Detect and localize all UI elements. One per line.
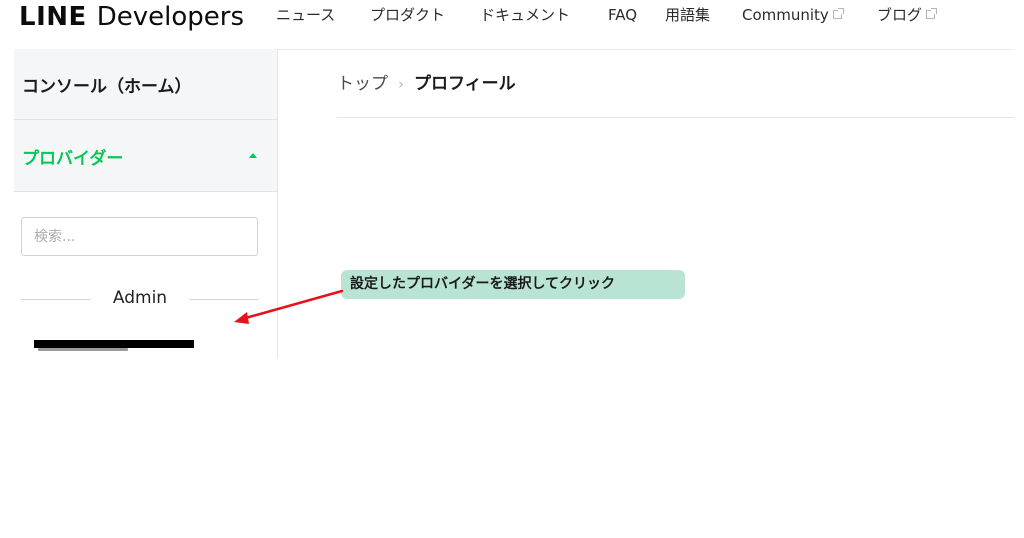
provider-list-item[interactable] <box>34 340 194 352</box>
brand-line: LINE <box>19 2 87 32</box>
sidebar-item-label: コンソール（ホーム） <box>22 77 192 97</box>
annotation-callout: 設定したプロバイダーを選択してクリック <box>341 270 685 299</box>
breadcrumb-current: プロフィール <box>414 74 516 94</box>
top-header: LINE Developers ニュース プロダクト ドキュメント FAQ 用語集… <box>0 0 1024 38</box>
breadcrumb-separator: › <box>398 75 404 93</box>
provider-search-input[interactable] <box>21 217 258 256</box>
breadcrumb-top-link[interactable]: トップ <box>337 74 388 94</box>
nav-community[interactable]: Community <box>742 5 844 25</box>
external-link-icon <box>832 8 844 19</box>
nav-blog[interactable]: ブログ <box>877 5 938 25</box>
redaction-bar <box>34 340 194 348</box>
content-divider <box>337 117 1014 118</box>
sidebar-item-console-home[interactable]: コンソール（ホーム） <box>14 49 277 120</box>
header-divider <box>278 49 1014 50</box>
nav-faq[interactable]: FAQ <box>608 5 637 25</box>
provider-list-panel: Admin <box>14 192 277 358</box>
divider <box>21 299 90 300</box>
nav-documents[interactable]: ドキュメント <box>480 5 570 25</box>
group-label-admin: Admin <box>112 288 168 308</box>
sidebar-item-providers[interactable]: プロバイダー <box>14 120 277 192</box>
red-arrow-icon <box>234 289 344 324</box>
nav-glossary[interactable]: 用語集 <box>665 5 710 25</box>
line-developers-logo[interactable]: LINE Developers <box>19 0 244 34</box>
brand-developers: Developers <box>96 2 245 32</box>
sidebar-item-label: プロバイダー <box>22 149 124 169</box>
external-link-icon <box>926 8 938 19</box>
caret-up-icon[interactable] <box>249 153 257 158</box>
breadcrumb: トップ › プロフィール <box>337 72 516 96</box>
nav-news[interactable]: ニュース <box>276 5 335 25</box>
redacted-text-fragment <box>38 348 128 351</box>
nav-products[interactable]: プロダクト <box>370 5 445 25</box>
